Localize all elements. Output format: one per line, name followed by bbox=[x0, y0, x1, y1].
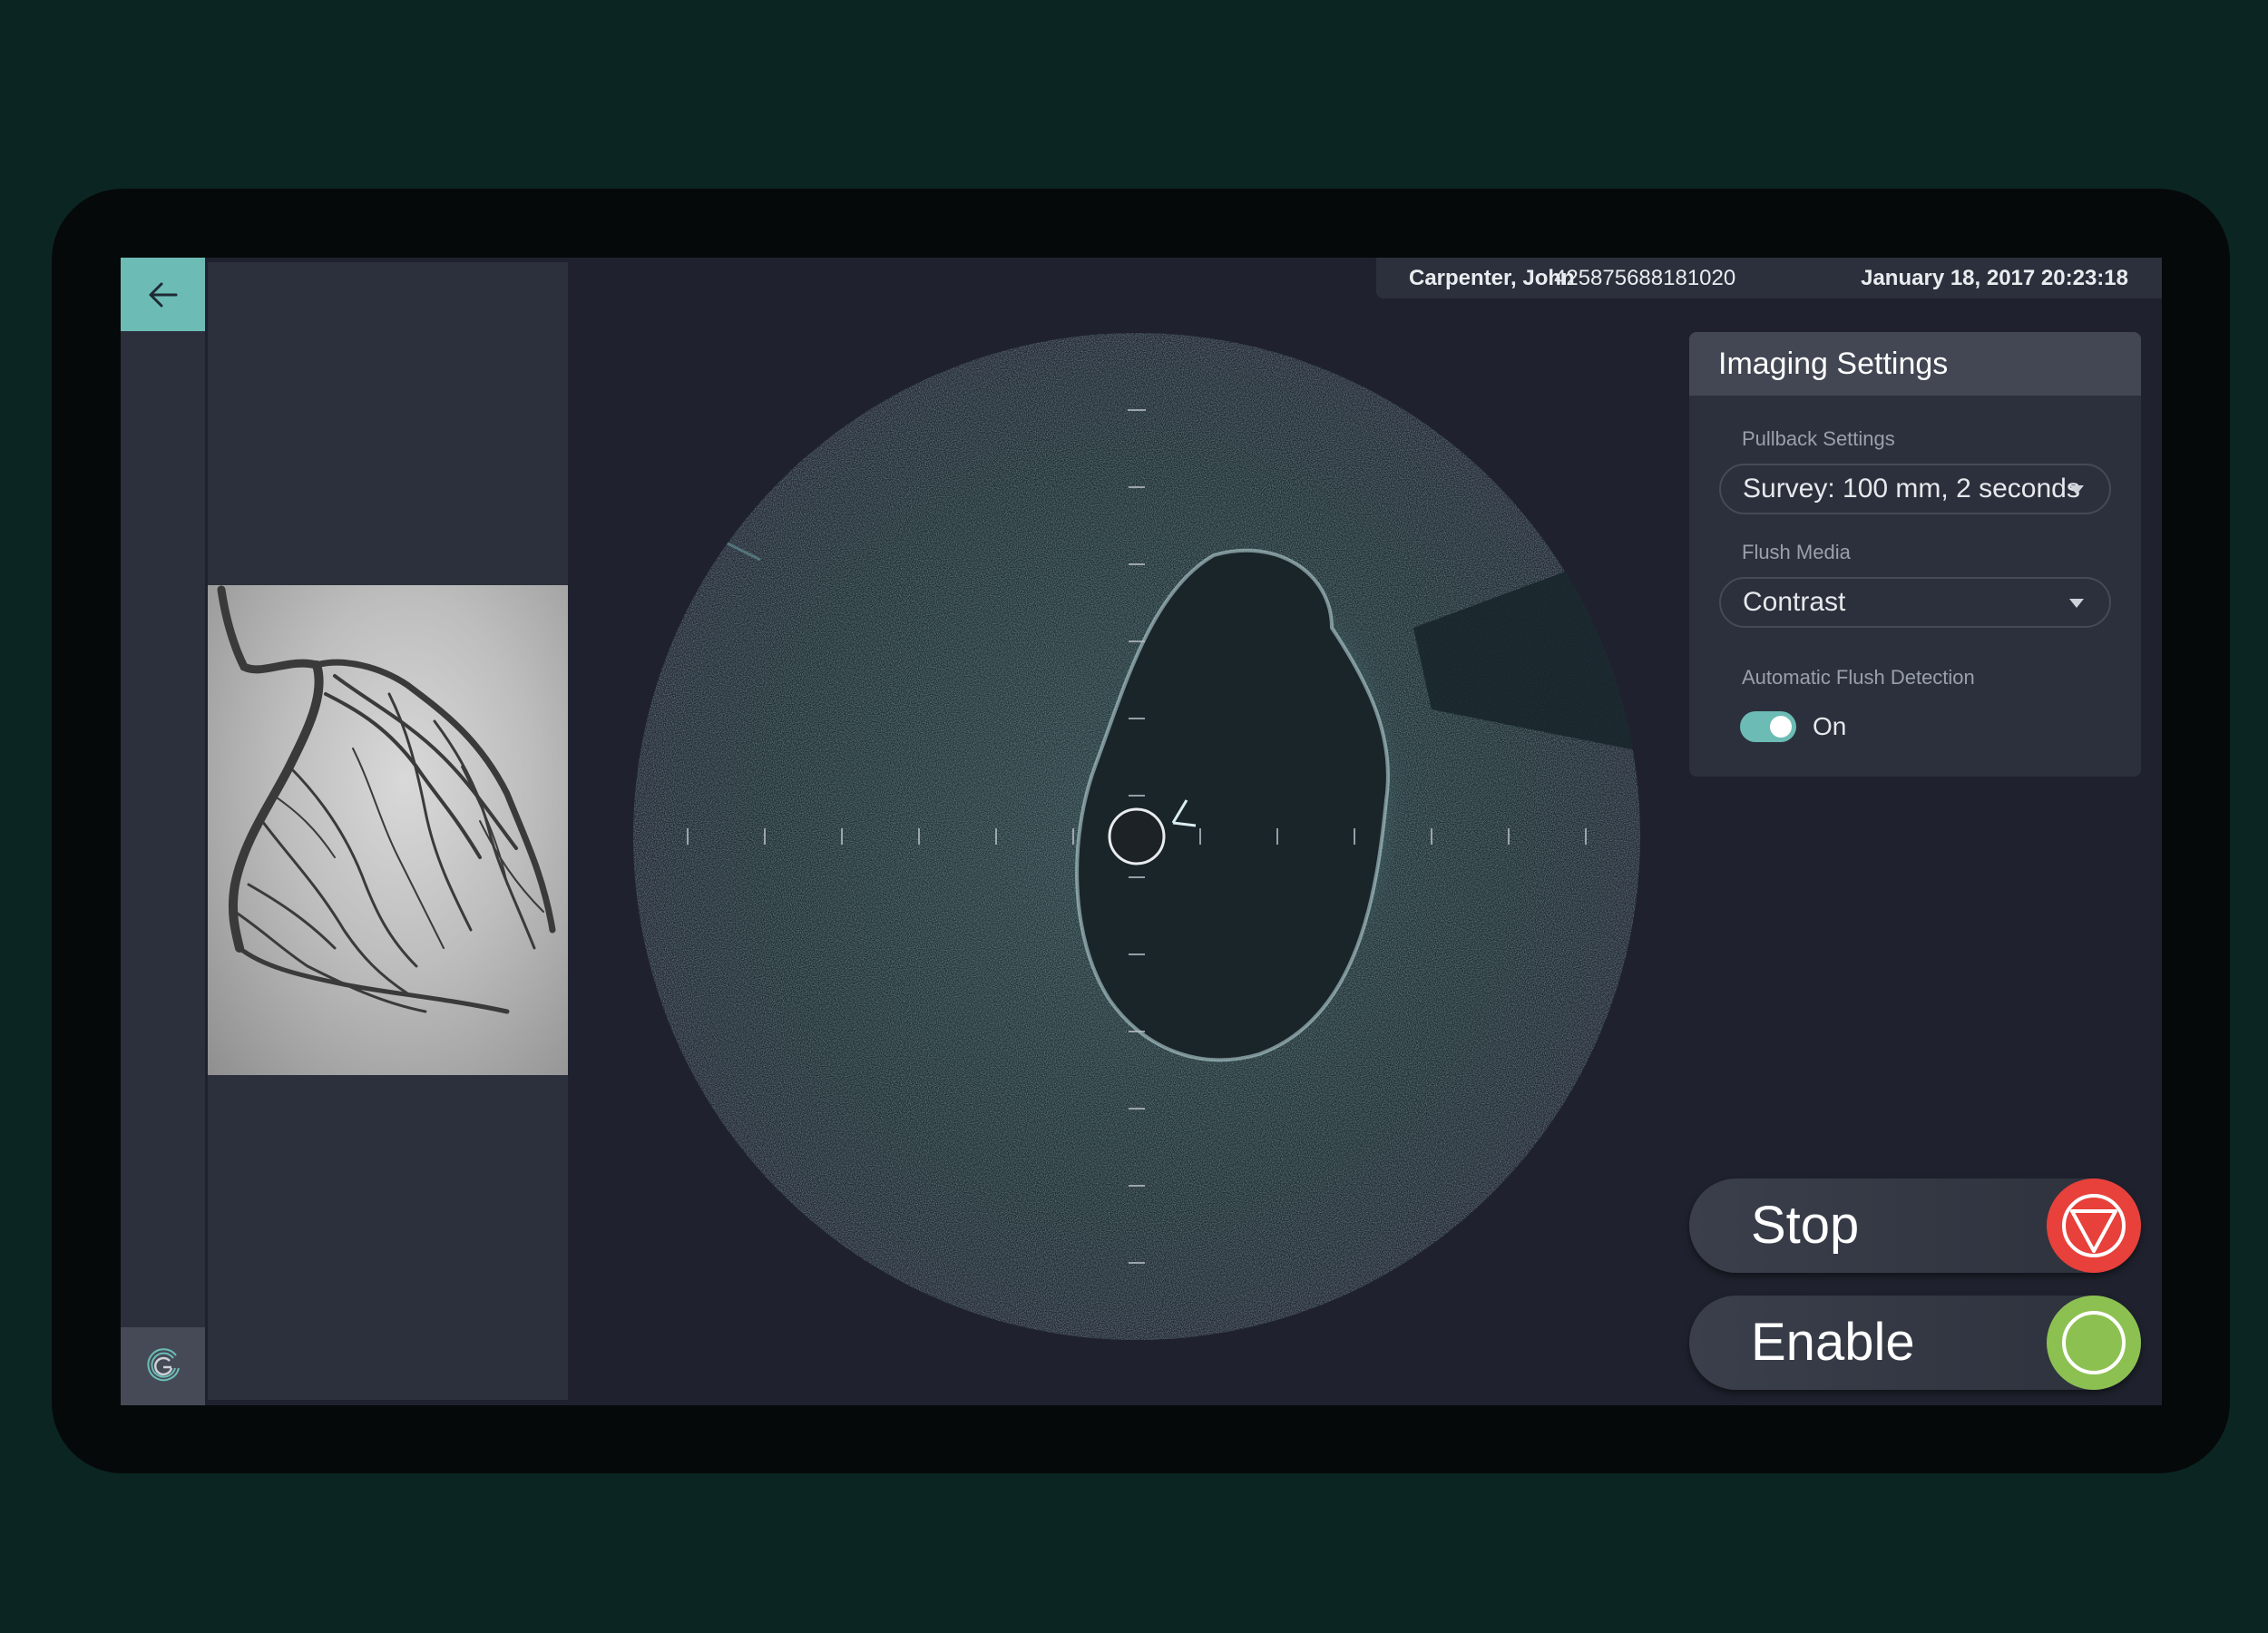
chevron-down-icon bbox=[2069, 599, 2084, 608]
arrow-left-icon bbox=[149, 282, 177, 307]
pullback-settings-label: Pullback Settings bbox=[1742, 427, 1895, 450]
angiogram-image bbox=[208, 585, 568, 1075]
stop-icon bbox=[2047, 1178, 2141, 1273]
flush-media-value: Contrast bbox=[1743, 587, 1846, 617]
imaging-settings-panel: Imaging Settings Pullback Settings Surve… bbox=[1689, 332, 2141, 777]
app-screen: Carpenter, John 425875688181020 January … bbox=[121, 258, 2162, 1405]
catheter-marker bbox=[1108, 807, 1166, 865]
nav-rail bbox=[121, 258, 205, 1405]
patient-header: Carpenter, John 425875688181020 January … bbox=[1376, 258, 2162, 298]
toggle-knob bbox=[1770, 716, 1792, 738]
patient-name: Carpenter, John bbox=[1409, 265, 1575, 290]
back-button[interactable] bbox=[121, 258, 205, 331]
acquisition-datetime: January 18, 2017 20:23:18 bbox=[1861, 265, 2128, 290]
app-logo-button[interactable] bbox=[121, 1327, 205, 1405]
app-logo-icon bbox=[146, 1348, 180, 1382]
chevron-down-icon bbox=[2069, 485, 2084, 494]
flush-media-select[interactable]: Contrast bbox=[1719, 577, 2111, 628]
stop-label: Stop bbox=[1751, 1196, 1860, 1255]
enable-icon bbox=[2047, 1296, 2141, 1390]
enable-button[interactable]: Enable bbox=[1689, 1296, 2141, 1390]
auto-flush-label: Automatic Flush Detection bbox=[1742, 666, 1975, 689]
auto-flush-toggle[interactable] bbox=[1740, 711, 1796, 742]
enable-label: Enable bbox=[1751, 1313, 1915, 1372]
pullback-settings-select[interactable]: Survey: 100 mm, 2 seconds bbox=[1719, 464, 2111, 514]
stop-button[interactable]: Stop bbox=[1689, 1178, 2141, 1273]
pullback-settings-value: Survey: 100 mm, 2 seconds bbox=[1743, 474, 2080, 504]
flush-media-label: Flush Media bbox=[1742, 541, 1851, 563]
oct-cross-section bbox=[615, 328, 1658, 1345]
patient-id: 425875688181020 bbox=[1554, 265, 1736, 290]
auto-flush-state: On bbox=[1813, 712, 1847, 740]
settings-title: Imaging Settings bbox=[1689, 332, 2141, 396]
